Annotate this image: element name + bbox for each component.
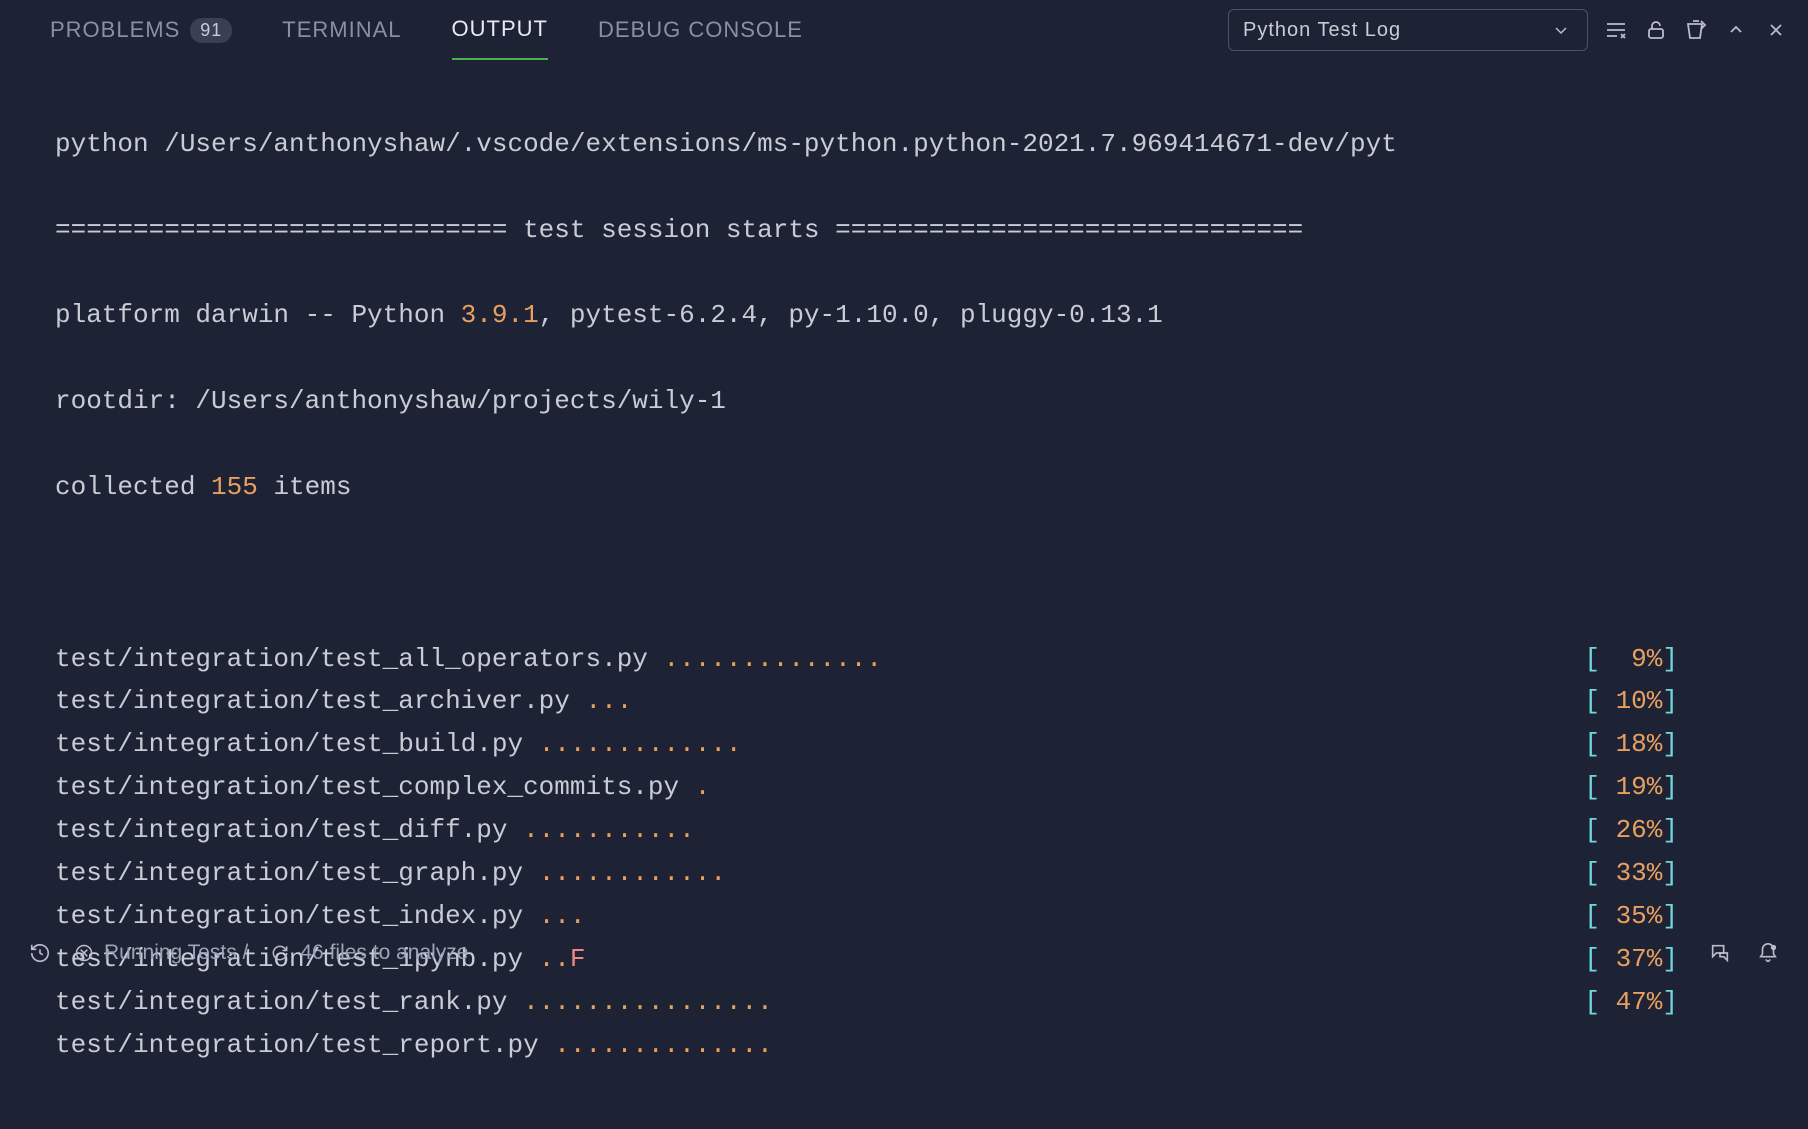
status-right [1708, 941, 1780, 965]
refresh-icon [268, 941, 292, 965]
tab-problems-label: PROBLEMS [50, 17, 180, 43]
filter-icon[interactable] [1604, 18, 1628, 42]
status-analyze-label: 46 files to analyze [300, 941, 468, 965]
tab-debug-console-label: DEBUG CONSOLE [598, 17, 803, 43]
status-bar: Running Tests / 46 files to analyze [0, 930, 1808, 976]
error-icon [72, 941, 96, 965]
output-line: python /Users/anthonyshaw/.vscode/extens… [55, 123, 1808, 166]
chevron-down-icon [1549, 18, 1573, 42]
lock-icon[interactable] [1644, 18, 1668, 42]
test-result-line: test/integration/test_complex_commits.py… [55, 766, 1808, 809]
status-running-tests[interactable]: Running Tests / [72, 941, 248, 965]
output-line: rootdir: /Users/anthonyshaw/projects/wil… [55, 380, 1808, 423]
chevron-up-icon[interactable] [1724, 18, 1748, 42]
status-files-analyze[interactable]: 46 files to analyze [268, 941, 468, 965]
close-icon[interactable] [1764, 18, 1788, 42]
status-running-label: Running Tests / [104, 941, 248, 965]
output-line: collected 155 items [55, 466, 1808, 509]
test-result-line: test/integration/test_graph.py .........… [55, 852, 1808, 895]
header-actions: Python Test Log [1228, 9, 1788, 51]
test-result-line: test/integration/test_rank.py ..........… [55, 981, 1808, 1024]
tab-output-label: OUTPUT [452, 16, 548, 42]
test-result-line: test/integration/test_archiver.py ...[ 1… [55, 680, 1808, 723]
test-result-line: test/integration/test_diff.py ..........… [55, 809, 1808, 852]
tab-debug-console[interactable]: DEBUG CONSOLE [598, 1, 803, 59]
test-result-line: test/integration/test_build.py .........… [55, 723, 1808, 766]
dropdown-selected: Python Test Log [1243, 19, 1401, 42]
tab-terminal-label: TERMINAL [282, 17, 401, 43]
bell-icon[interactable] [1756, 941, 1780, 965]
history-icon[interactable] [28, 941, 52, 965]
feedback-icon[interactable] [1708, 941, 1732, 965]
output-line: platform darwin -- Python 3.9.1, pytest-… [55, 294, 1808, 337]
clear-output-icon[interactable] [1684, 18, 1708, 42]
tab-problems[interactable]: PROBLEMS 91 [50, 1, 232, 59]
panel-tabs: PROBLEMS 91 TERMINAL OUTPUT DEBUG CONSOL… [50, 0, 803, 60]
tab-output[interactable]: OUTPUT [452, 0, 548, 60]
output-channel-dropdown[interactable]: Python Test Log [1228, 9, 1588, 51]
output-line: ============================= test sessi… [55, 209, 1808, 252]
tab-terminal[interactable]: TERMINAL [282, 1, 401, 59]
panel-header: PROBLEMS 91 TERMINAL OUTPUT DEBUG CONSOL… [0, 0, 1808, 60]
test-result-line: test/integration/test_all_operators.py .… [55, 638, 1808, 681]
test-result-line: test/integration/test_report.py ........… [55, 1024, 1808, 1067]
problems-badge: 91 [190, 18, 232, 43]
output-blank [55, 552, 1808, 595]
